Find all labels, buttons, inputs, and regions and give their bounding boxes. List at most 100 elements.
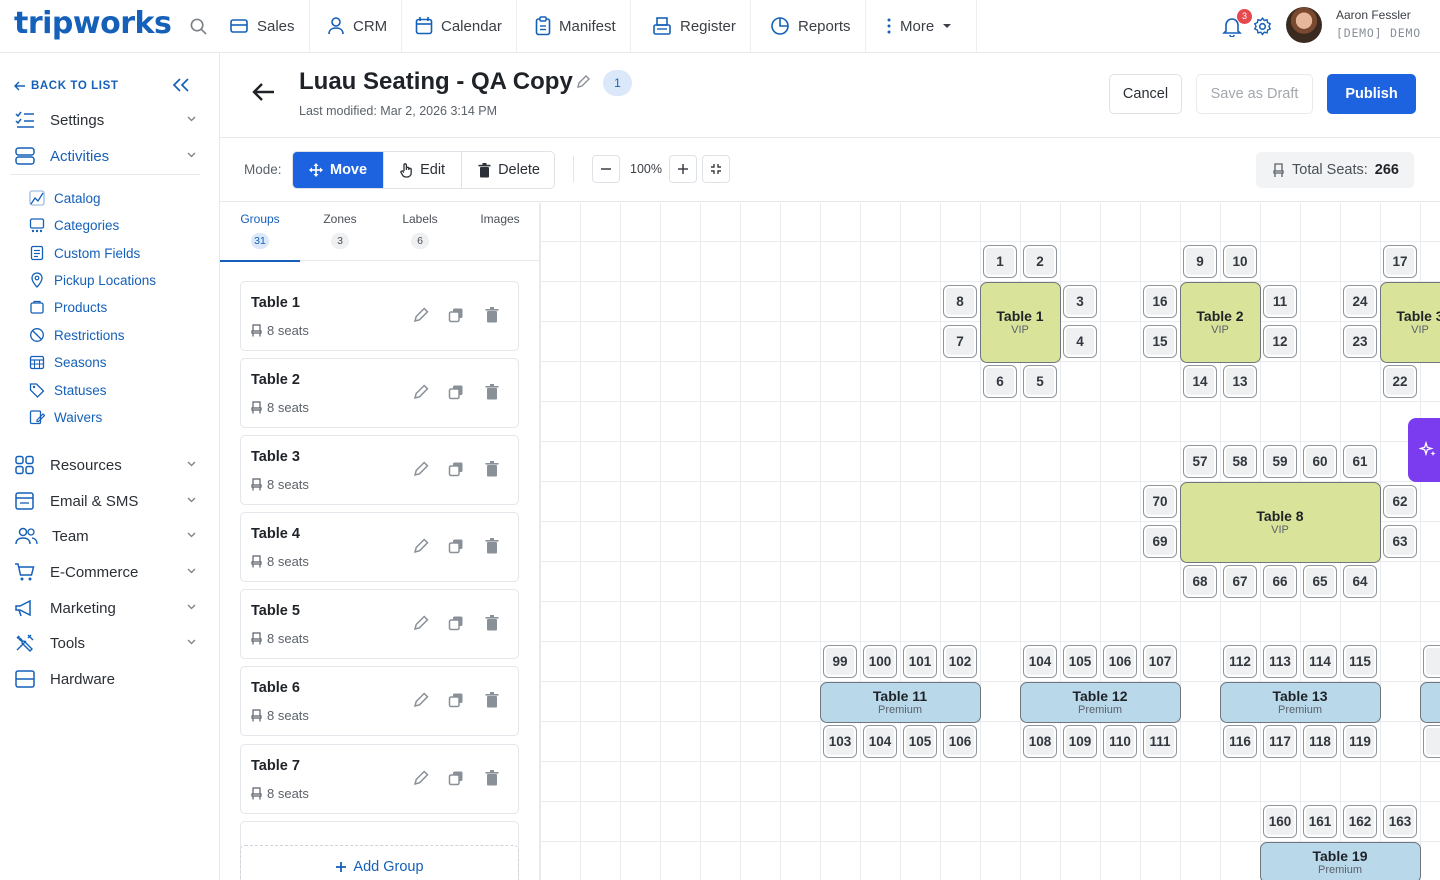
seat[interactable]: 12 [1263, 325, 1297, 358]
seating-table[interactable]: Table 13 Premium [1219, 681, 1381, 723]
seat[interactable]: 115 [1343, 645, 1377, 678]
seat[interactable]: 1 [983, 245, 1017, 278]
seat[interactable]: 99 [823, 645, 857, 678]
seat[interactable]: 114 [1303, 645, 1337, 678]
seat[interactable]: 101 [903, 645, 937, 678]
seat[interactable]: 116 [1223, 725, 1257, 758]
duplicate-icon[interactable] [448, 307, 464, 323]
save-as-draft-button[interactable]: Save as Draft [1196, 74, 1313, 114]
sidebar-subitem-waivers[interactable]: Waivers [29, 407, 102, 427]
seat[interactable]: 69 [1143, 525, 1177, 558]
group-card[interactable]: Table 1 8 seats [240, 281, 519, 351]
mode-edit-button[interactable]: Edit [384, 152, 463, 188]
seat[interactable]: 161 [1303, 805, 1337, 838]
pencil-icon[interactable] [576, 75, 590, 89]
seat[interactable]: 110 [1103, 725, 1137, 758]
seating-table[interactable]: Table 3 VIP [1379, 281, 1440, 363]
group-card[interactable]: Table 6 8 seats [240, 666, 519, 736]
sidebar-subitem-pickup-locations[interactable]: Pickup Locations [29, 270, 156, 290]
seat[interactable]: 105 [1063, 645, 1097, 678]
nav-register[interactable]: Register [638, 0, 751, 52]
seating-table[interactable] [1419, 681, 1440, 723]
zoom-in-button[interactable] [669, 155, 697, 183]
group-card[interactable]: Table 4 8 seats [240, 512, 519, 582]
sidebar-item-tools[interactable]: Tools [14, 631, 199, 655]
sidebar-subitem-seasons[interactable]: Seasons [29, 352, 107, 372]
group-card[interactable]: Table 3 8 seats [240, 435, 519, 505]
duplicate-icon[interactable] [448, 384, 464, 400]
nav-more[interactable]: More [872, 0, 978, 52]
mode-delete-button[interactable]: Delete [462, 152, 554, 188]
trash-icon[interactable] [485, 384, 499, 400]
seat[interactable]: 7 [943, 325, 977, 358]
pencil-icon[interactable] [413, 692, 429, 708]
seat[interactable] [1423, 725, 1440, 758]
seat[interactable]: 16 [1143, 285, 1177, 318]
nav-calendar[interactable]: Calendar [401, 0, 517, 52]
tab-groups[interactable]: Groups 31 [220, 203, 300, 262]
pencil-icon[interactable] [413, 615, 429, 631]
sidebar-subitem-restrictions[interactable]: Restrictions [29, 325, 125, 345]
seating-table[interactable]: Table 2 VIP [1179, 281, 1261, 363]
duplicate-icon[interactable] [448, 770, 464, 786]
seat[interactable]: 106 [943, 725, 977, 758]
gear-icon[interactable] [1252, 16, 1273, 37]
seat[interactable]: 9 [1183, 245, 1217, 278]
trash-icon[interactable] [485, 538, 499, 554]
seat[interactable]: 107 [1143, 645, 1177, 678]
seat[interactable]: 24 [1343, 285, 1377, 318]
seat[interactable]: 6 [983, 365, 1017, 398]
seat[interactable]: 64 [1343, 565, 1377, 598]
seat[interactable]: 103 [823, 725, 857, 758]
group-card[interactable]: Table 7 8 seats [240, 744, 519, 814]
sidebar-subitem-products[interactable]: Products [29, 297, 107, 317]
nav-sales[interactable]: Sales [215, 0, 310, 52]
seating-table[interactable]: Table 19 Premium [1259, 841, 1421, 880]
sidebar-item-email-sms[interactable]: Email & SMS [14, 489, 199, 513]
seat[interactable]: 60 [1303, 445, 1337, 478]
seat[interactable]: 100 [863, 645, 897, 678]
duplicate-icon[interactable] [448, 615, 464, 631]
tab-labels[interactable]: Labels 6 [380, 203, 460, 261]
search-icon[interactable] [189, 17, 208, 36]
pencil-icon[interactable] [413, 770, 429, 786]
sidebar-item-settings[interactable]: Settings [14, 108, 199, 132]
trash-icon[interactable] [485, 615, 499, 631]
seat[interactable]: 2 [1023, 245, 1057, 278]
zoom-out-button[interactable] [592, 155, 620, 183]
sidebar-item-activities[interactable]: Activities [14, 144, 199, 168]
seat[interactable]: 11 [1263, 285, 1297, 318]
cancel-button[interactable]: Cancel [1109, 74, 1182, 114]
group-card[interactable]: Table 5 8 seats [240, 589, 519, 659]
seat[interactable]: 17 [1383, 245, 1417, 278]
sidebar-subitem-categories[interactable]: Categories [29, 215, 119, 235]
seat[interactable]: 112 [1223, 645, 1257, 678]
sidebar-item-marketing[interactable]: Marketing [14, 596, 199, 620]
seat[interactable]: 119 [1343, 725, 1377, 758]
pencil-icon[interactable] [413, 384, 429, 400]
seat[interactable]: 10 [1223, 245, 1257, 278]
pencil-icon[interactable] [413, 307, 429, 323]
tab-zones[interactable]: Zones 3 [300, 203, 380, 261]
seat[interactable]: 62 [1383, 485, 1417, 518]
publish-button[interactable]: Publish [1327, 74, 1416, 114]
seat[interactable]: 162 [1343, 805, 1377, 838]
seat[interactable]: 67 [1223, 565, 1257, 598]
avatar[interactable] [1286, 7, 1322, 43]
sidebar-item-resources[interactable]: Resources [14, 453, 199, 477]
seat[interactable]: 66 [1263, 565, 1297, 598]
seat[interactable]: 105 [903, 725, 937, 758]
arrow-left-icon[interactable] [252, 82, 276, 102]
seat[interactable]: 65 [1303, 565, 1337, 598]
seat[interactable]: 57 [1183, 445, 1217, 478]
seating-canvas[interactable]: 1 2 8 3 7 4 6 5 Table 1 VIP 9 10 16 11 15 12 14 13 Table 2… [540, 203, 1440, 880]
seat[interactable]: 13 [1223, 365, 1257, 398]
seat[interactable]: 4 [1063, 325, 1097, 358]
seating-table[interactable]: Table 8 VIP [1179, 481, 1381, 563]
seat[interactable]: 108 [1023, 725, 1057, 758]
back-to-list-link[interactable]: BACK TO LIST [14, 80, 119, 92]
seat[interactable]: 163 [1383, 805, 1417, 838]
seat[interactable]: 118 [1303, 725, 1337, 758]
fit-to-screen-button[interactable] [702, 155, 730, 183]
seat[interactable]: 3 [1063, 285, 1097, 318]
